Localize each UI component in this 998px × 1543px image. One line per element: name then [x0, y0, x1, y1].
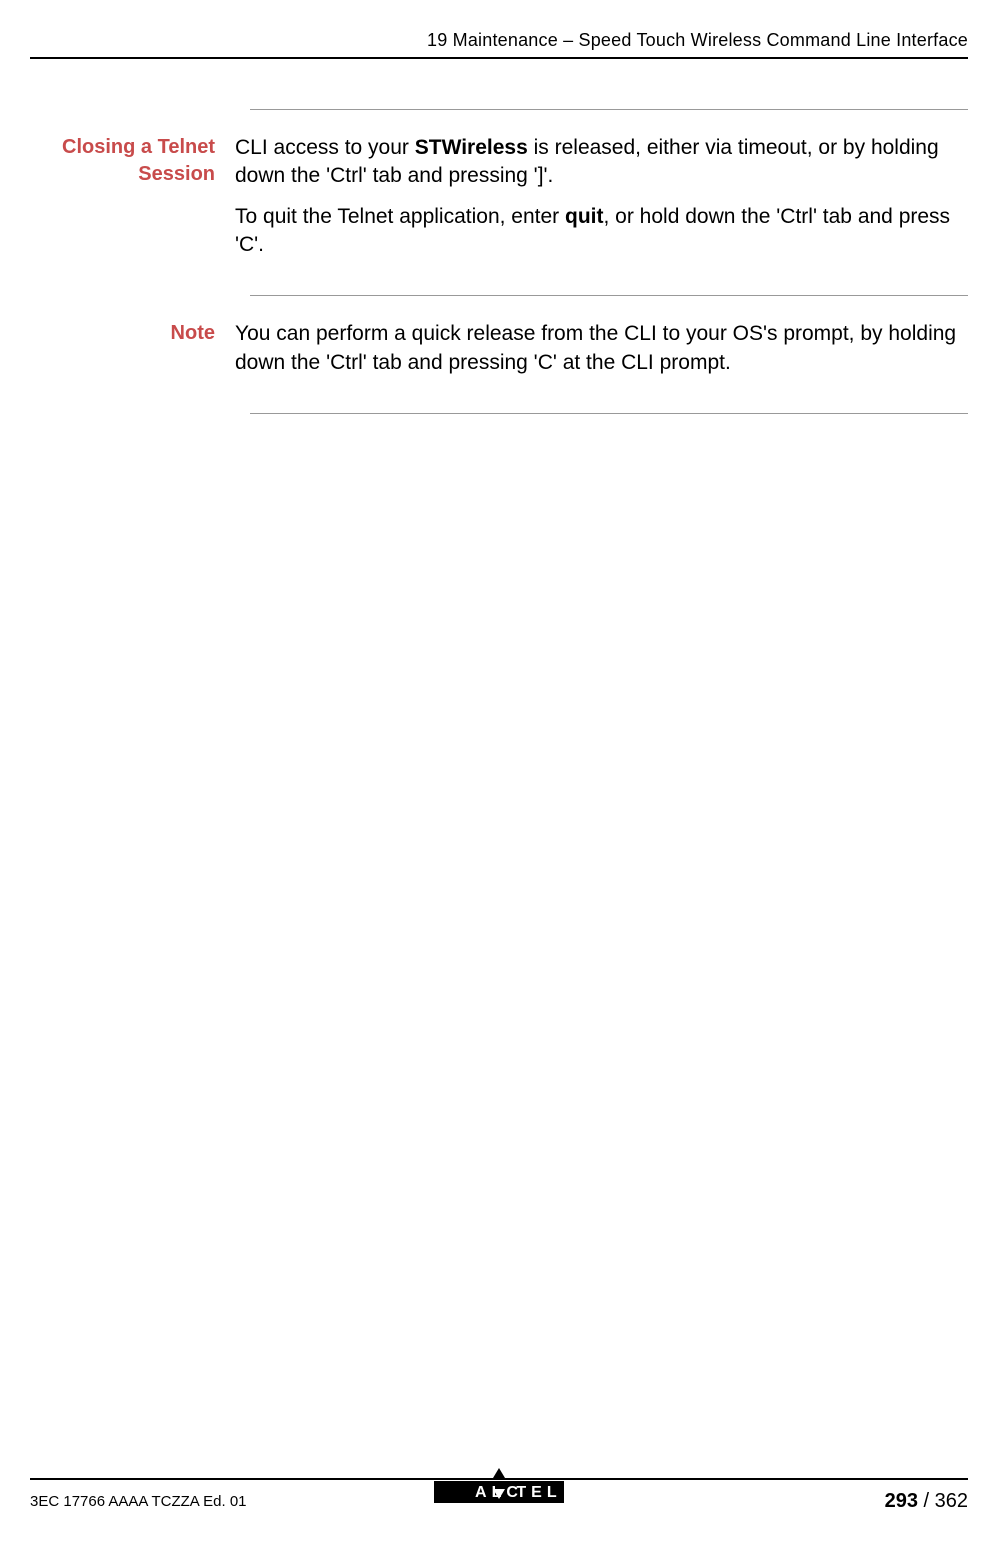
doc-id: 3EC 17766 AAAA TCZZA Ed. 01 — [30, 1493, 247, 1510]
section-label: Note — [30, 320, 235, 389]
text: To quit the Telnet application, enter — [235, 205, 565, 228]
text-bold: STWireless — [415, 136, 528, 159]
svg-text:TEL: TEL — [516, 1484, 561, 1501]
page-number: 293 / 362 — [885, 1490, 968, 1513]
paragraph: You can perform a quick release from the… — [235, 320, 968, 377]
page-header: 19 Maintenance – Speed Touch Wireless Co… — [30, 30, 968, 59]
section-label: Closing a Telnet Session — [30, 134, 235, 271]
section-body: CLI access to your STWireless is release… — [235, 134, 968, 271]
paragraph: CLI access to your STWireless is release… — [235, 134, 968, 191]
page-content: Closing a Telnet Session CLI access to y… — [30, 109, 968, 414]
section-divider — [250, 295, 968, 296]
page-footer: 3EC 17766 AAAA TCZZA Ed. 01 ALC TEL 293 … — [30, 1478, 968, 1513]
section-divider — [250, 413, 968, 414]
section-body: You can perform a quick release from the… — [235, 320, 968, 389]
paragraph: To quit the Telnet application, enter qu… — [235, 203, 968, 260]
text: CLI access to your — [235, 136, 415, 159]
page-current: 293 — [885, 1490, 918, 1512]
alcatel-logo: ALC TEL — [419, 1468, 579, 1510]
text-bold: quit — [565, 205, 603, 228]
page-total: 362 — [935, 1490, 968, 1512]
header-title: 19 Maintenance – Speed Touch Wireless Co… — [427, 30, 968, 50]
alcatel-logo-icon: ALC TEL — [419, 1468, 579, 1510]
section-note: Note You can perform a quick release fro… — [30, 320, 968, 389]
section-closing-telnet: Closing a Telnet Session CLI access to y… — [30, 134, 968, 271]
section-divider — [250, 109, 968, 110]
